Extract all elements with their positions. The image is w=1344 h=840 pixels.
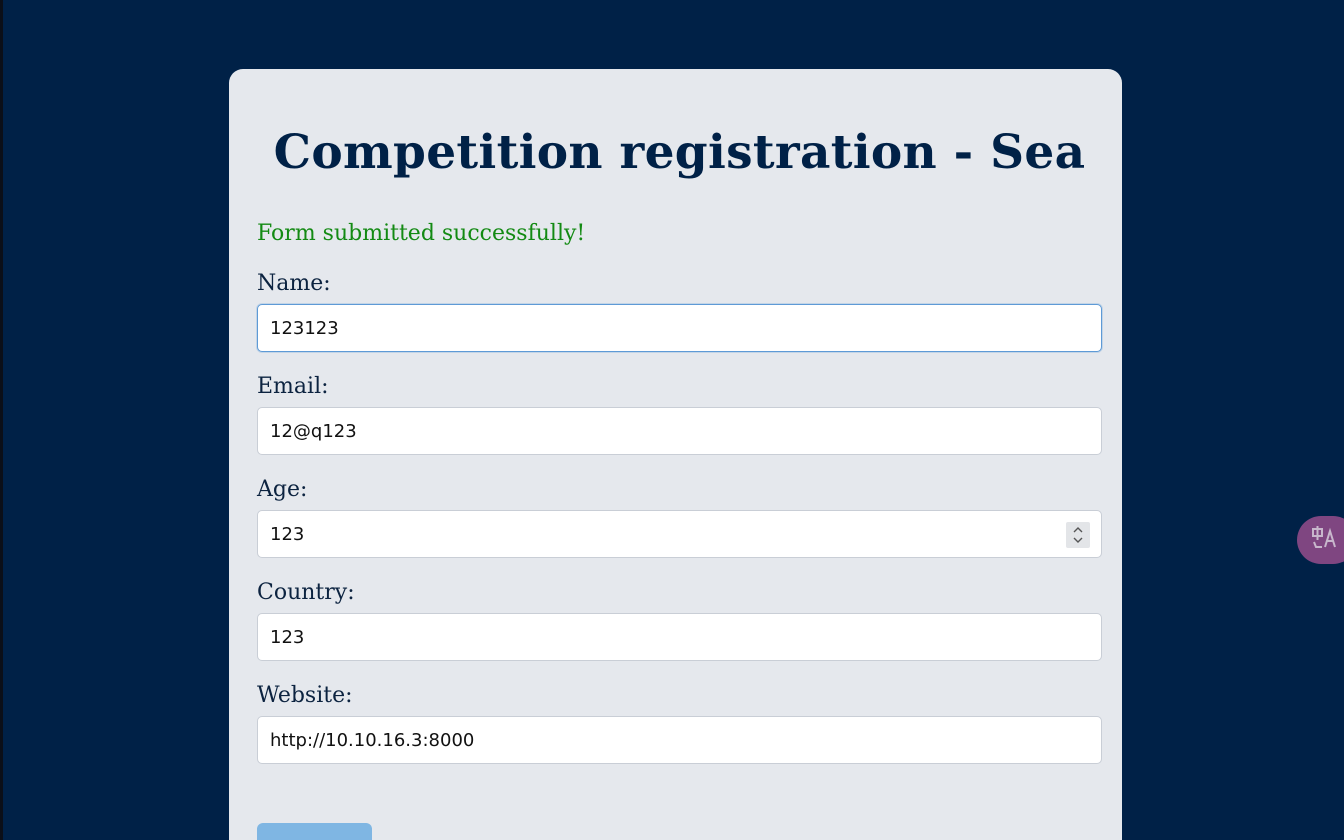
country-input[interactable]: 123 bbox=[257, 613, 1102, 661]
name-input-value: 123123 bbox=[270, 317, 339, 339]
email-input-value: 12@q123 bbox=[270, 420, 357, 442]
website-input[interactable]: http://10.10.16.3:8000 bbox=[257, 716, 1102, 764]
translate-button[interactable] bbox=[1297, 516, 1344, 564]
submit-button[interactable] bbox=[257, 823, 372, 840]
website-input-value: http://10.10.16.3:8000 bbox=[270, 729, 475, 751]
age-field-group: Age: 123 bbox=[257, 475, 1102, 558]
age-input[interactable]: 123 bbox=[257, 510, 1102, 558]
translate-icon bbox=[1311, 525, 1339, 555]
registration-card: Competition registration - Sea Form subm… bbox=[229, 69, 1122, 840]
email-label: Email: bbox=[257, 374, 329, 399]
success-message: Form submitted successfully! bbox=[257, 221, 586, 246]
website-label: Website: bbox=[257, 683, 353, 708]
name-field-group: Name: 123123 bbox=[257, 269, 1102, 352]
email-input[interactable]: 12@q123 bbox=[257, 407, 1102, 455]
age-input-value: 123 bbox=[270, 523, 305, 545]
country-input-value: 123 bbox=[270, 626, 305, 648]
country-label: Country: bbox=[257, 580, 355, 605]
country-field-group: Country: 123 bbox=[257, 578, 1102, 661]
page-background: Competition registration - Sea Form subm… bbox=[0, 0, 1344, 840]
page-title: Competition registration - Sea bbox=[273, 125, 1086, 180]
window-edge bbox=[0, 0, 3, 840]
age-label: Age: bbox=[257, 477, 308, 502]
name-label: Name: bbox=[257, 271, 331, 296]
website-field-group: Website: http://10.10.16.3:8000 bbox=[257, 681, 1102, 764]
email-field-group: Email: 12@q123 bbox=[257, 372, 1102, 455]
name-input[interactable]: 123123 bbox=[257, 304, 1102, 352]
stepper-arrows-icon[interactable] bbox=[1066, 522, 1090, 548]
